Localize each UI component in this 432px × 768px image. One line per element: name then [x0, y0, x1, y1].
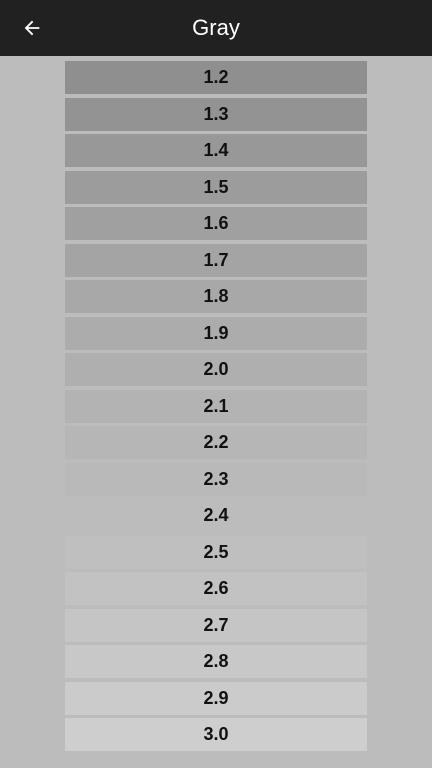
list-item-label: 2.8 [203, 651, 229, 671]
list-item-label: 3.0 [203, 724, 229, 744]
list-item-label: 2.4 [203, 505, 229, 525]
list-item[interactable]: 1.9 [65, 316, 367, 350]
list-item[interactable]: 1.4 [65, 134, 367, 167]
list-item-label: 2.9 [203, 687, 229, 708]
list-item[interactable]: 1.6 [65, 207, 367, 240]
list-item-label: 1.8 [203, 286, 229, 306]
back-button[interactable] [12, 8, 52, 48]
list-item-label: 1.3 [203, 103, 229, 124]
list-item[interactable]: 3.0 [65, 718, 367, 751]
list-item-label: 2.0 [203, 359, 229, 379]
list-item-label: 2.5 [203, 541, 229, 562]
list-item[interactable]: 2.4 [65, 499, 367, 532]
arrow-back-icon [24, 20, 40, 36]
list-item[interactable]: 1.8 [65, 280, 367, 313]
list-item[interactable]: 2.2 [65, 426, 367, 459]
list-item[interactable]: 1.5 [65, 170, 367, 204]
list-item[interactable]: 2.5 [65, 535, 367, 569]
list-item-label: 2.2 [203, 432, 229, 452]
list-item-label: 1.4 [203, 140, 229, 160]
list-item[interactable]: 1.7 [65, 243, 367, 277]
page-title: Gray [192, 15, 240, 40]
list-item-label: 1.9 [203, 322, 229, 343]
list-item[interactable]: 1.3 [65, 97, 367, 131]
list-item[interactable]: 2.8 [65, 645, 367, 678]
list-item-label: 2.1 [203, 395, 229, 416]
list-item-label: 2.6 [203, 578, 229, 598]
list-item-label: 1.2 [203, 67, 229, 87]
list-item[interactable]: 1.2 [65, 61, 367, 94]
list-item-label: 2.7 [203, 614, 229, 635]
list-item[interactable]: 2.9 [65, 681, 367, 715]
list-item-label: 1.6 [203, 213, 229, 233]
app-bar: Gray [0, 0, 432, 56]
list-item[interactable]: 2.1 [65, 389, 367, 423]
gray-level-list: 1.2 1.3 1.4 1.5 1.6 1.7 1.8 1.9 2.0 2.1 2.2 2.3 2.4 2… [65, 61, 367, 755]
list-item[interactable]: 2.0 [65, 353, 367, 386]
list-item[interactable]: 2.6 [65, 572, 367, 605]
list-item[interactable]: 2.3 [65, 462, 367, 496]
list-item-label: 1.5 [203, 176, 229, 197]
list-item[interactable]: 2.7 [65, 608, 367, 642]
list-item-label: 1.7 [203, 249, 229, 270]
list-item-label: 2.3 [203, 468, 229, 489]
